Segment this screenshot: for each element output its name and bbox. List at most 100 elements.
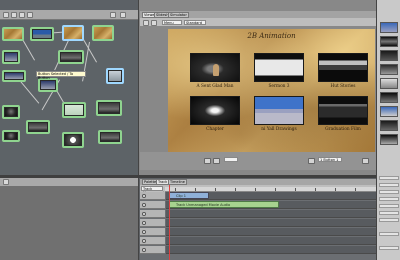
ruler-tick — [315, 188, 316, 191]
button-select[interactable]: 1 Button 1 — [318, 157, 342, 162]
track-lane[interactable] — [166, 246, 376, 254]
viewer-tab-bar: Viewer Slideshow Simulator — [140, 11, 376, 18]
track-lane[interactable] — [166, 228, 376, 236]
menu-button-thumb-4[interactable] — [190, 96, 240, 125]
movie-node[interactable] — [2, 50, 20, 64]
track-lane[interactable] — [166, 219, 376, 227]
inspector-field[interactable] — [379, 204, 399, 208]
inspector-pane — [376, 0, 400, 260]
movie-node[interactable] — [62, 102, 86, 118]
ruler-tick — [275, 188, 276, 191]
track-select[interactable]: Track Unmanaged — [141, 186, 164, 195]
connection-tooltip: Button Selected / To Button — [36, 71, 86, 80]
track-header[interactable] — [140, 228, 165, 236]
view-select[interactable]: Menu — [162, 20, 182, 25]
frame-select[interactable] — [224, 157, 238, 162]
add-slideshow-icon[interactable] — [19, 12, 25, 18]
track-header[interactable] — [140, 192, 165, 200]
next-icon[interactable] — [213, 158, 220, 164]
inspector-thumb — [380, 64, 398, 75]
track-enable-icon[interactable] — [142, 230, 146, 234]
movie-node[interactable] — [2, 105, 20, 119]
movie-node[interactable] — [58, 50, 84, 64]
menu-button-caption-5: ni Yall Drawings — [261, 127, 297, 132]
movie-node[interactable] — [106, 68, 124, 84]
movie-node[interactable] — [30, 27, 54, 41]
inspector-field[interactable] — [379, 176, 399, 180]
track-enable-icon[interactable] — [142, 203, 146, 207]
stop-icon[interactable] — [151, 20, 157, 26]
track-header[interactable] — [140, 246, 165, 254]
menu-button-thumb-3[interactable] — [318, 53, 368, 82]
video-clip[interactable]: Clip 1 — [169, 192, 209, 199]
ruler-tick — [195, 188, 196, 191]
ruler-tick — [355, 188, 356, 191]
inspector-field[interactable] — [379, 246, 399, 250]
add-menu-icon[interactable] — [3, 12, 9, 18]
menu-title: 2B Animation — [247, 32, 296, 40]
inspector-field[interactable] — [379, 211, 399, 215]
movie-node[interactable] — [2, 130, 20, 142]
track-header[interactable] — [140, 210, 165, 218]
menu-button-thumb-1[interactable] — [190, 53, 240, 82]
inspector-field[interactable] — [379, 232, 399, 236]
playhead[interactable] — [169, 185, 170, 260]
button-nav-icon[interactable] — [308, 158, 315, 164]
previous-icon[interactable] — [204, 158, 211, 164]
menu-button-caption-6: Graduation Film — [325, 127, 361, 132]
audio-clip[interactable]: Track Unmanaged Movie Audio — [169, 201, 279, 208]
movie-node[interactable] — [38, 78, 58, 92]
palette-icon[interactable] — [3, 179, 9, 185]
add-script-icon[interactable] — [27, 12, 33, 18]
menu-button-caption-3: Hut Stories — [330, 84, 356, 89]
menu-button-caption-4: Chapter — [206, 127, 224, 132]
track-enable-icon[interactable] — [142, 221, 146, 225]
track-enable-icon[interactable] — [142, 212, 146, 216]
ruler-tick — [215, 188, 216, 191]
inspector-thumb — [380, 22, 398, 33]
palette-toolbar — [0, 178, 138, 186]
zoom-select[interactable]: Standard — [184, 20, 206, 25]
track-header[interactable] — [140, 219, 165, 227]
menu-button-thumb-5[interactable] — [254, 96, 304, 125]
menu-preview[interactable]: 2B Animation A Sent Glad Man Sermon 3 Hu… — [168, 29, 375, 152]
inspector-field[interactable] — [379, 197, 399, 201]
inspector-thumb — [380, 78, 398, 89]
track-lane[interactable] — [166, 210, 376, 218]
track-lane[interactable] — [166, 237, 376, 245]
track-lane[interactable]: Track Unmanaged Movie Audio — [166, 201, 376, 209]
menu-button-caption-1: A Sent Glad Man — [196, 84, 234, 89]
menu-button-thumb-2[interactable] — [254, 53, 304, 82]
movie-node[interactable] — [96, 100, 122, 116]
menu-node[interactable] — [2, 27, 24, 41]
ruler-tick — [235, 188, 236, 191]
track-enable-icon[interactable] — [142, 248, 146, 252]
inspector-field[interactable] — [379, 218, 399, 222]
ruler-tick — [335, 188, 336, 191]
ruler-tick — [255, 188, 256, 191]
track-lane[interactable]: Clip 1 — [166, 192, 376, 200]
graph-canvas[interactable] — [0, 20, 138, 175]
track-header[interactable] — [140, 237, 165, 245]
track-enable-icon[interactable] — [142, 194, 146, 198]
movie-node[interactable] — [98, 130, 122, 144]
movie-node[interactable] — [26, 120, 50, 134]
movie-node[interactable] — [2, 70, 26, 82]
zoom-icon[interactable] — [110, 12, 116, 18]
menu-button-thumb-6[interactable] — [318, 96, 368, 125]
settings-icon[interactable] — [120, 12, 126, 18]
menu-node-selected[interactable] — [62, 25, 84, 41]
menu-node[interactable] — [92, 25, 114, 41]
track-enable-icon[interactable] — [142, 239, 146, 243]
inspector-field[interactable] — [379, 190, 399, 194]
ruler-tick — [175, 188, 176, 191]
add-track-icon[interactable] — [11, 12, 17, 18]
play-icon[interactable] — [143, 20, 149, 26]
track-header[interactable] — [140, 201, 165, 209]
toggle-icon[interactable] — [362, 158, 369, 164]
inspector-thumb — [380, 50, 398, 61]
inspector-thumb — [380, 36, 398, 47]
inspector-field[interactable] — [379, 183, 399, 187]
viewer-toolbar: Menu Standard — [140, 18, 376, 27]
movie-node[interactable] — [62, 132, 84, 148]
